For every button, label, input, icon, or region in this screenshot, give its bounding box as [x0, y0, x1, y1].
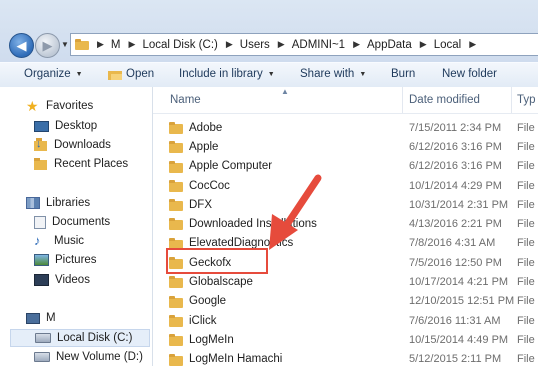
annotation-arrow-icon	[269, 174, 322, 250]
